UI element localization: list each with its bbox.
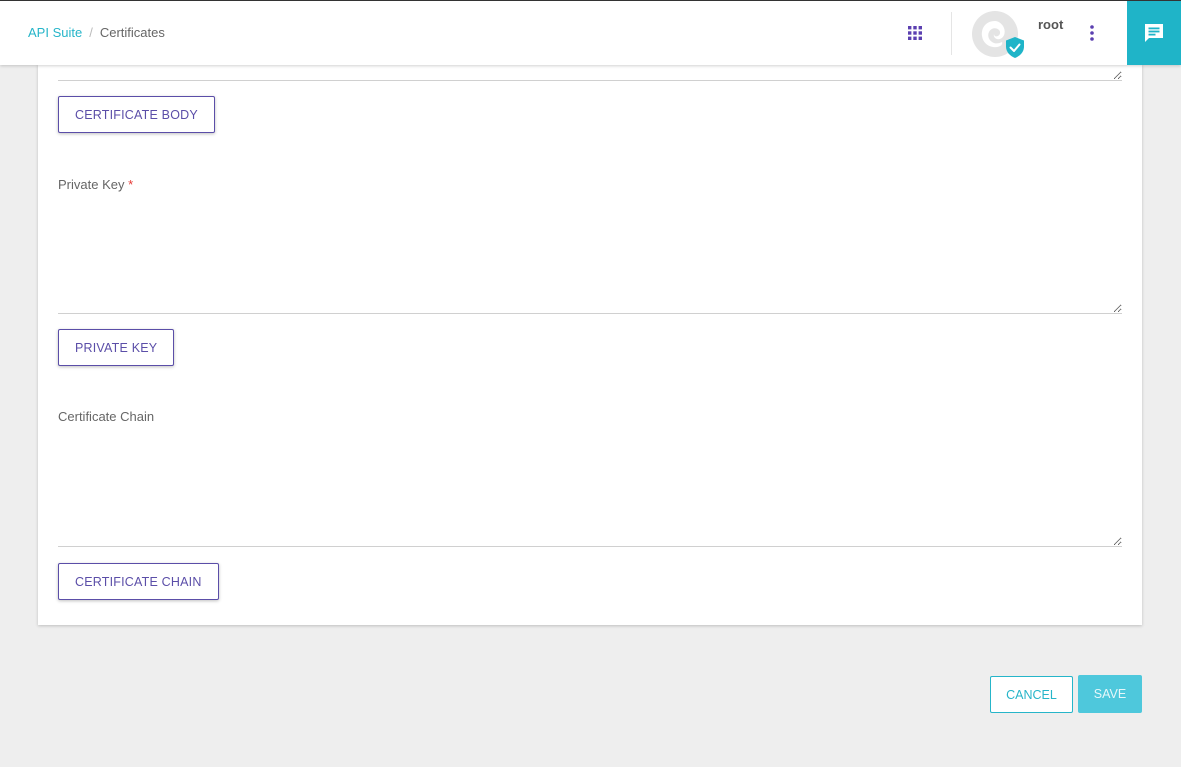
- certificate-body-upload-button[interactable]: CERTIFICATE BODY: [58, 96, 215, 133]
- certificate-chain-upload-button[interactable]: CERTIFICATE CHAIN: [58, 563, 219, 600]
- top-header: API Suite / Certificates root: [0, 0, 1181, 65]
- save-button[interactable]: SAVE: [1078, 675, 1142, 713]
- certificate-body-textarea[interactable]: [58, 64, 1122, 81]
- certificate-form-card: CERTIFICATE BODY Private Key * PRIVATE K…: [38, 64, 1142, 625]
- breadcrumb-separator: /: [89, 25, 93, 40]
- avatar[interactable]: [971, 11, 1027, 61]
- verified-badge-icon: [1006, 37, 1024, 58]
- private-key-textarea[interactable]: [58, 200, 1122, 314]
- more-vertical-icon[interactable]: [1088, 24, 1096, 42]
- cancel-button[interactable]: CANCEL: [990, 676, 1073, 713]
- breadcrumb: API Suite / Certificates: [28, 25, 165, 40]
- breadcrumb-current: Certificates: [99, 25, 165, 40]
- certificate-chain-label: Certificate Chain: [58, 409, 155, 424]
- chat-button[interactable]: [1127, 1, 1181, 65]
- private-key-upload-button[interactable]: PRIVATE KEY: [58, 329, 175, 366]
- apps-grid-icon[interactable]: [908, 26, 922, 40]
- header-divider: [951, 12, 952, 55]
- private-key-label-text: Private Key: [58, 177, 125, 192]
- breadcrumb-link-api-suite[interactable]: API Suite: [28, 25, 82, 40]
- required-marker: *: [128, 177, 134, 192]
- chat-icon: [1145, 24, 1163, 42]
- username[interactable]: root: [1038, 17, 1063, 32]
- certificate-chain-textarea[interactable]: [58, 433, 1122, 547]
- private-key-label: Private Key *: [58, 177, 133, 192]
